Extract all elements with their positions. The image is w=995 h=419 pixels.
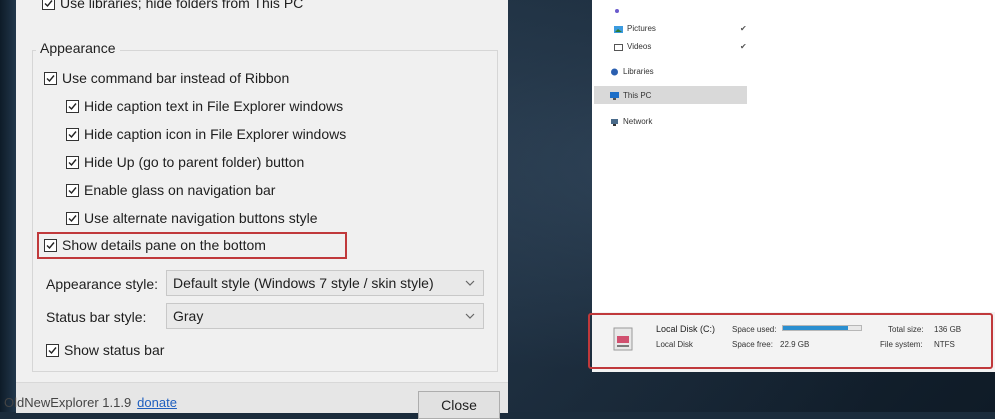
window-edge xyxy=(0,0,16,412)
network-icon xyxy=(611,118,618,126)
version-text: OldNewExplorer 1.1.9 donate xyxy=(4,395,177,410)
chevron-down-icon xyxy=(465,313,475,319)
nav-item-this-pc[interactable]: This PC xyxy=(610,91,651,100)
appearance-group-title: Appearance xyxy=(36,40,120,56)
option-use-libraries[interactable]: Use libraries; hide folders from This PC xyxy=(42,0,303,11)
close-button[interactable]: Close xyxy=(418,391,500,419)
checkbox[interactable] xyxy=(66,183,79,197)
nav-item-libraries[interactable]: Libraries xyxy=(610,67,654,76)
nav-label: Pictures xyxy=(627,24,656,33)
appearance-style-dropdown[interactable]: Default style (Windows 7 style / skin st… xyxy=(166,270,484,296)
option-label: Use libraries; hide folders from This PC xyxy=(60,0,304,11)
chevron-down-icon xyxy=(465,280,475,286)
option-show-status-bar[interactable]: Show status bar xyxy=(46,342,164,358)
nav-item-videos[interactable]: Videos xyxy=(614,42,651,51)
checkbox[interactable] xyxy=(66,211,79,225)
option-label: Hide Up (go to parent folder) button xyxy=(84,154,305,170)
nav-item-network[interactable]: Network xyxy=(610,117,652,126)
option-details-pane-bottom[interactable]: Show details pane on the bottom xyxy=(44,237,266,253)
pin-icon[interactable]: ✔ xyxy=(740,24,747,33)
option-label: Show details pane on the bottom xyxy=(62,237,266,253)
option-alternate-nav-buttons[interactable]: Use alternate navigation buttons style xyxy=(66,210,317,226)
nav-label: Videos xyxy=(627,42,652,51)
option-label: Show status bar xyxy=(64,342,165,358)
option-hide-caption-text[interactable]: Hide caption text in File Explorer windo… xyxy=(66,98,343,114)
option-label: Use alternate navigation buttons style xyxy=(84,210,318,226)
donate-link[interactable]: donate xyxy=(137,395,177,410)
checkbox[interactable] xyxy=(46,343,59,357)
option-hide-caption-icon[interactable]: Hide caption icon in File Explorer windo… xyxy=(66,126,346,142)
nav-label: Libraries xyxy=(623,67,654,76)
nav-label: This PC xyxy=(623,91,652,100)
checkbox[interactable] xyxy=(66,155,79,169)
nav-label: Network xyxy=(623,117,653,126)
status-bar-style-dropdown[interactable]: Gray xyxy=(166,303,484,329)
option-enable-glass[interactable]: Enable glass on navigation bar xyxy=(66,182,275,198)
settings-dialog: Use libraries; hide folders from This PC… xyxy=(4,0,508,419)
videos-icon xyxy=(614,43,623,51)
nav-item-pictures[interactable]: Pictures xyxy=(614,24,656,33)
dialog-footer: OldNewExplorer 1.1.9 donate Close xyxy=(4,382,508,419)
appearance-style-value: Default style (Windows 7 style / skin st… xyxy=(173,275,434,291)
navigation-pane: Pictures ✔ Videos ✔ Libraries This PC Ne… xyxy=(592,0,752,310)
status-bar-style-value: Gray xyxy=(173,308,204,324)
option-label: Enable glass on navigation bar xyxy=(84,182,276,198)
version-label: OldNewExplorer 1.1.9 xyxy=(4,395,132,410)
checkbox[interactable] xyxy=(44,71,57,85)
libraries-icon xyxy=(611,68,618,75)
option-command-bar[interactable]: Use command bar instead of Ribbon xyxy=(44,70,289,86)
checkbox[interactable] xyxy=(42,0,55,10)
appearance-style-label: Appearance style: xyxy=(46,276,159,292)
this-pc-icon xyxy=(610,91,619,100)
nav-item-music[interactable] xyxy=(614,4,627,14)
option-hide-up-button[interactable]: Hide Up (go to parent folder) button xyxy=(66,154,304,170)
option-label: Use command bar instead of Ribbon xyxy=(62,70,290,86)
option-label: Hide caption icon in File Explorer windo… xyxy=(84,126,347,142)
details-pane-highlight xyxy=(588,313,993,369)
checkbox[interactable] xyxy=(44,238,57,252)
option-label: Hide caption text in File Explorer windo… xyxy=(84,98,344,114)
music-icon xyxy=(615,9,619,13)
checkbox[interactable] xyxy=(66,127,79,141)
pin-icon[interactable]: ✔ xyxy=(740,42,747,51)
pictures-icon xyxy=(614,25,623,33)
checkbox[interactable] xyxy=(66,99,79,113)
status-bar-style-label: Status bar style: xyxy=(46,309,147,325)
